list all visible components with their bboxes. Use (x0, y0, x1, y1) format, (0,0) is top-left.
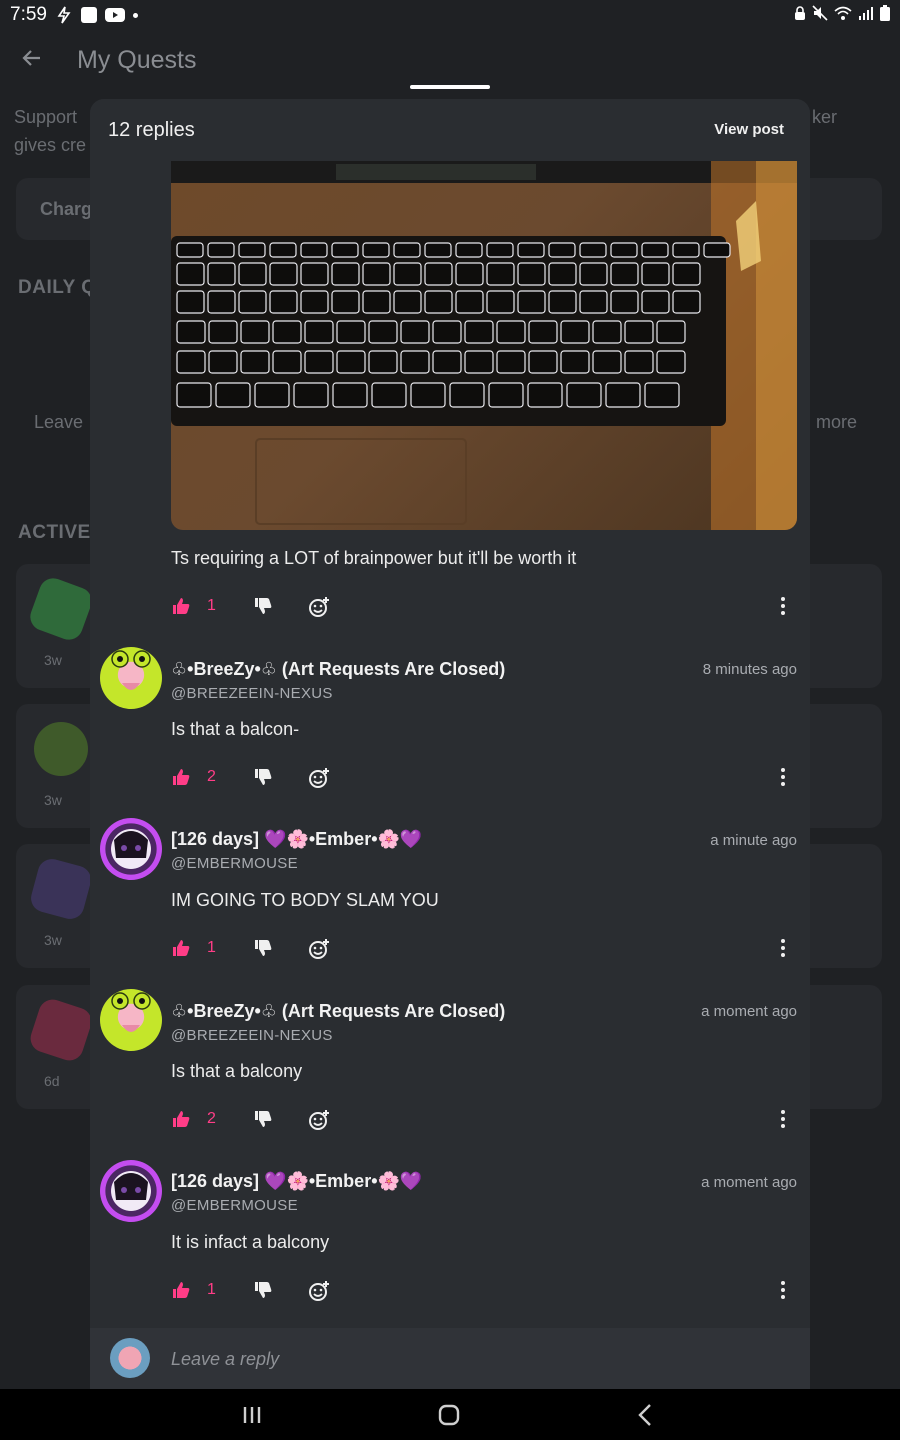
status-time: 7:59 (10, 4, 47, 25)
quest-badge-icon (27, 855, 95, 923)
lightning-icon (57, 6, 71, 24)
leave-text: Leave (34, 412, 84, 432)
page-title: My Quests (77, 46, 197, 74)
youtube-icon (104, 8, 125, 22)
comment-actions: 2 (171, 767, 801, 791)
lock-icon (795, 6, 805, 20)
more-options-icon[interactable] (779, 1280, 787, 1300)
comment-handle: @BREEZEEIN-NEXUS (171, 685, 333, 702)
more-options-icon[interactable] (779, 938, 787, 958)
comment-author[interactable]: ♧•BreeZy•♧ (Art Requests Are Closed) (171, 659, 505, 680)
add-reaction-icon[interactable] (308, 1280, 330, 1302)
quest-age: 3w (44, 932, 62, 948)
recent-apps-icon[interactable] (238, 1401, 266, 1429)
like-icon[interactable] (171, 596, 191, 616)
more-text[interactable]: more (816, 412, 857, 433)
support-text-line-1: Support (14, 107, 78, 127)
post-image[interactable] (171, 161, 797, 530)
notification-dot-icon (132, 12, 138, 18)
frog-avatar-icon (111, 992, 151, 1032)
avatar[interactable] (100, 989, 162, 1051)
ember-avatar-icon (114, 1173, 148, 1200)
like-count: 1 (207, 1281, 216, 1298)
status-bar: 7:59 (0, 0, 900, 30)
charge-button[interactable]: Charg (40, 199, 92, 220)
back-arrow-icon[interactable] (20, 46, 44, 70)
more-options-icon[interactable] (779, 1109, 787, 1129)
view-post-button[interactable]: View post (714, 121, 784, 138)
replies-sheet: 12 replies View post Ts requiring a LOT … (90, 99, 810, 1389)
dislike-icon[interactable] (253, 1109, 273, 1129)
comment-handle: @BREEZEEIN-NEXUS (171, 1027, 333, 1044)
comment-handle: @EMBERMOUSE (171, 855, 298, 872)
add-reaction-icon[interactable] (308, 1109, 330, 1131)
sheet-drag-handle[interactable] (410, 85, 490, 89)
keyboard-photo (171, 161, 797, 530)
comment-author[interactable]: [126 days] 💜🌸•Ember•🌸💜 (171, 1171, 422, 1192)
wifi-icon (834, 6, 852, 20)
quest-age: 6d (44, 1073, 60, 1089)
comment-actions: 1 (171, 1280, 801, 1304)
avatar[interactable] (100, 818, 162, 880)
add-reaction-icon[interactable] (308, 596, 330, 618)
quest-badge-icon (26, 995, 96, 1065)
signal-icon (859, 7, 873, 20)
like-icon[interactable] (171, 1109, 191, 1129)
support-text-right: ker (812, 107, 838, 127)
home-icon[interactable] (435, 1401, 463, 1429)
reply-bar (90, 1328, 810, 1389)
comment-author[interactable]: ♧•BreeZy•♧ (Art Requests Are Closed) (171, 1001, 505, 1022)
like-icon[interactable] (171, 938, 191, 958)
support-text-line-2: gives cre (14, 135, 87, 155)
comment-text: IM GOING TO BODY SLAM YOU (171, 890, 439, 910)
dislike-icon[interactable] (253, 938, 273, 958)
comment-actions: 2 (171, 1109, 801, 1133)
comment-time: 8 minutes ago (702, 661, 797, 678)
add-reaction-icon[interactable] (308, 938, 330, 960)
my-avatar[interactable] (110, 1338, 150, 1378)
more-options-icon[interactable] (779, 767, 787, 787)
dislike-icon[interactable] (253, 596, 273, 616)
add-reaction-icon[interactable] (308, 767, 330, 789)
back-icon[interactable] (632, 1401, 660, 1429)
comment-handle: @EMBERMOUSE (171, 1197, 298, 1214)
like-icon[interactable] (171, 767, 191, 787)
quest-badge-icon (26, 574, 96, 644)
like-count: 1 (207, 939, 216, 956)
comment-text: Is that a balcon- (171, 719, 300, 739)
avatar[interactable] (100, 647, 162, 709)
like-count: 2 (207, 1110, 216, 1127)
avatar[interactable] (100, 1160, 162, 1222)
comment-text: Is that a balcony (171, 1061, 303, 1081)
post-text: Ts requiring a LOT of brainpower but it'… (171, 548, 577, 568)
reply-input[interactable] (171, 1346, 671, 1372)
comment-time: a moment ago (701, 1003, 797, 1020)
navigation-bar (0, 1389, 900, 1440)
frog-avatar-icon (111, 650, 151, 690)
comment-time: a moment ago (701, 1174, 797, 1191)
gallery-icon (80, 7, 97, 23)
quest-age: 3w (44, 792, 62, 808)
battery-icon (880, 5, 890, 21)
like-icon[interactable] (171, 1280, 191, 1300)
comment-actions: 1 (171, 938, 801, 962)
like-count: 1 (207, 597, 216, 614)
more-options-icon[interactable] (779, 596, 787, 616)
comment-text: It is infact a balcony (171, 1232, 330, 1252)
quest-age: 3w (44, 652, 62, 668)
ember-avatar-icon (114, 831, 148, 858)
mute-icon (812, 5, 828, 21)
dislike-icon[interactable] (253, 1280, 273, 1300)
like-count: 2 (207, 768, 216, 785)
dislike-icon[interactable] (253, 767, 273, 787)
comment-time: a minute ago (710, 832, 797, 849)
sheet-header: 12 replies View post (90, 99, 810, 161)
post-actions: 1 (171, 596, 801, 620)
quest-badge-icon (34, 722, 88, 776)
comment-author[interactable]: [126 days] 💜🌸•Ember•🌸💜 (171, 829, 422, 850)
replies-count-title: 12 replies (108, 119, 195, 141)
